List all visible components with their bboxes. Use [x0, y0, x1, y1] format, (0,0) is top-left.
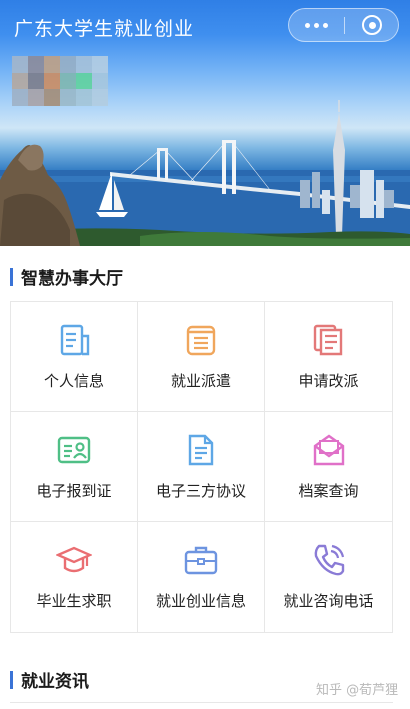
service-label: 电子报到证 — [36, 482, 112, 500]
watermark: 知乎 @荀芦狸 — [316, 683, 399, 698]
hero-banner: 广东大学生就业创业 — [0, 0, 410, 246]
service-label: 个人信息 — [43, 372, 104, 390]
mini-program-capsule — [288, 8, 399, 42]
service-consult-phone[interactable]: 就业咨询电话 — [265, 522, 392, 632]
service-hall-title: 智慧办事大厅 — [21, 269, 123, 289]
news-title: 就业资讯 — [21, 672, 89, 692]
service-hall-header: 智慧办事大厅 — [10, 264, 123, 289]
service-personal-info[interactable]: 个人信息 — [11, 302, 138, 412]
divider — [10, 702, 393, 703]
service-label: 电子三方协议 — [155, 482, 246, 500]
blurred-logo — [12, 56, 108, 106]
phone-icon — [314, 544, 344, 576]
briefcase-icon — [184, 546, 218, 575]
more-dots-icon[interactable] — [289, 9, 344, 41]
service-grid: 个人信息 就业派遣 申请改派 电子报到证 电子三方协议 档案查询 毕业生求职 就… — [10, 301, 393, 633]
app-title: 广东大学生就业创业 — [14, 18, 195, 40]
service-e-registration[interactable]: 电子报到证 — [11, 412, 138, 522]
mail-icon — [313, 434, 344, 466]
service-apply-reassign[interactable]: 申请改派 — [265, 302, 392, 412]
contract-icon — [188, 434, 214, 466]
copy-document-icon — [313, 324, 342, 356]
service-label: 毕业生求职 — [36, 592, 112, 610]
document-icon — [60, 324, 90, 356]
notepad-icon — [186, 325, 216, 356]
service-label: 档案查询 — [298, 482, 359, 500]
service-employment-info[interactable]: 就业创业信息 — [138, 522, 265, 632]
section-accent-bar — [10, 670, 13, 689]
service-label: 申请改派 — [298, 372, 359, 390]
section-accent-bar — [10, 267, 13, 286]
service-e-tripartite[interactable]: 电子三方协议 — [138, 412, 265, 522]
service-label: 就业派遣 — [170, 372, 231, 390]
id-card-icon — [57, 436, 91, 464]
news-header: 就业资讯 — [10, 667, 89, 692]
service-label: 就业咨询电话 — [283, 592, 374, 610]
mini-program-close-icon[interactable] — [345, 9, 399, 41]
service-label: 就业创业信息 — [155, 592, 246, 610]
service-archive-query[interactable]: 档案查询 — [265, 412, 392, 522]
service-job-dispatch[interactable]: 就业派遣 — [138, 302, 265, 412]
service-graduate-jobs[interactable]: 毕业生求职 — [11, 522, 138, 632]
graduation-cap-icon — [56, 546, 92, 573]
